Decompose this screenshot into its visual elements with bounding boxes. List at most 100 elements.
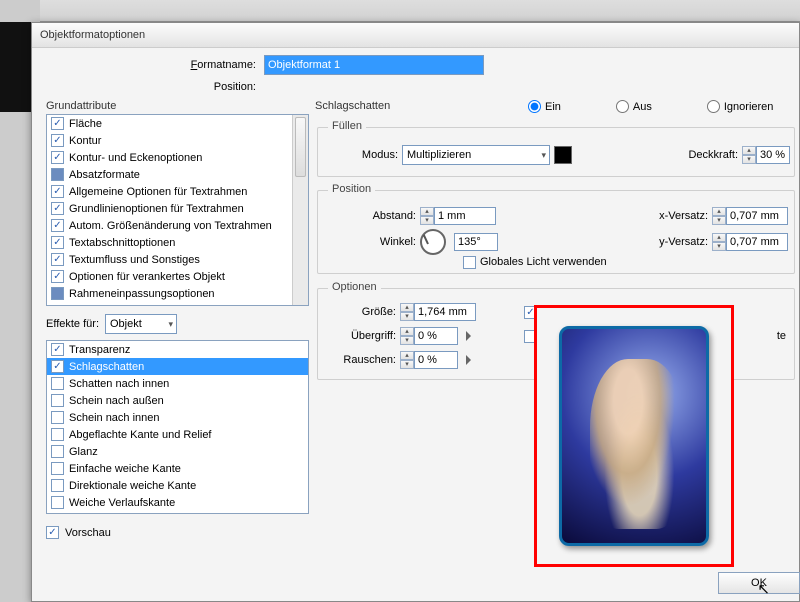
effect-row[interactable]: Schein nach außen — [47, 392, 308, 409]
attr-checkbox[interactable]: ✓ — [51, 134, 64, 147]
effect-label: Schein nach außen — [69, 395, 164, 407]
global-light-label: Globales Licht verwenden — [480, 256, 607, 268]
effect-label: Transparenz — [69, 344, 130, 356]
effect-checkbox[interactable] — [51, 479, 64, 492]
effect-label: Schein nach innen — [69, 412, 160, 424]
effect-row[interactable]: ✓ Schlagschatten — [47, 358, 308, 375]
distance-input[interactable]: ▴▾ — [420, 207, 496, 225]
radio-ignorieren[interactable]: Ignorieren — [707, 100, 774, 113]
attr-checkbox[interactable]: ✓ — [51, 219, 64, 232]
attr-checkbox[interactable]: ✓ — [51, 236, 64, 249]
format-name-input[interactable] — [264, 55, 484, 75]
effect-row[interactable]: Glanz — [47, 443, 308, 460]
spread-input[interactable]: ▴▾ — [400, 327, 458, 345]
effects-list[interactable]: ✓ Transparenz ✓ Schlagschatten Schatten nach… — [46, 340, 309, 514]
preview-checkbox[interactable]: ✓ — [46, 526, 59, 539]
attr-label: Rahmeneinpassungsoptionen — [69, 288, 215, 300]
attr-row[interactable]: ✓Allgemeine Optionen für Textrahmen — [47, 183, 308, 200]
format-name-label: FFormatname:ormatname: — [32, 59, 264, 71]
attr-row[interactable]: ✓ Kontur- und Eckenoptionen — [47, 149, 308, 166]
attr-row[interactable]: ✓Fläche — [47, 115, 308, 132]
noise-input[interactable]: ▴▾ — [400, 351, 458, 369]
effect-checkbox[interactable] — [51, 428, 64, 441]
fill-group: Füllen Modus: Multiplizieren Deckkraft: … — [317, 127, 795, 177]
attr-checkbox[interactable] — [51, 168, 64, 181]
effect-checkbox[interactable] — [51, 462, 64, 475]
radio-ein[interactable]: Ein — [528, 100, 561, 113]
position-group: Position Abstand: ▴▾ Winkel: Globales Li… — [317, 190, 795, 274]
effect-label: Schlagschatten — [69, 361, 144, 373]
modus-select[interactable]: Multiplizieren — [402, 145, 550, 165]
attr-row[interactable]: ✓ Textabschnittoptionen — [47, 234, 308, 251]
color-swatch[interactable] — [554, 146, 572, 164]
attr-row[interactable]: Rahmeneinpassungsoptionen — [47, 285, 308, 302]
global-light-checkbox[interactable] — [463, 256, 476, 269]
attr-checkbox[interactable]: ✓ — [51, 270, 64, 283]
effect-checkbox[interactable] — [51, 445, 64, 458]
radio-aus[interactable]: Aus — [616, 100, 652, 113]
shadow-title: Schlagschatten — [315, 100, 390, 112]
y-offset-input[interactable]: ▴▾ — [712, 233, 788, 251]
attr-label: Textabschnittoptionen — [69, 237, 175, 249]
attr-row[interactable]: Absatzformate — [47, 166, 308, 183]
effect-label: Glanz — [69, 446, 98, 458]
attr-checkbox[interactable]: ✓ — [51, 151, 64, 164]
attr-label: Textumfluss und Sonstiges — [69, 254, 200, 266]
spread-label: Übergriff: — [332, 330, 396, 342]
effect-label: Abgeflachte Kante und Relief — [69, 429, 212, 441]
attr-checkbox[interactable]: ✓ — [51, 202, 64, 215]
effects-for-label: Effekte für:Effekte für: — [46, 318, 99, 330]
effects-for-select[interactable]: Objekt — [105, 314, 177, 334]
scrollbar[interactable] — [292, 115, 308, 305]
effect-label: Weiche Verlaufskante — [69, 497, 175, 509]
size-input[interactable]: ▴▾ — [400, 303, 476, 321]
opacity-input[interactable]: ▴▾ — [742, 146, 790, 164]
attributes-heading: Grundattribute — [46, 100, 309, 112]
angle-dial[interactable] — [420, 229, 446, 255]
effect-row[interactable]: Einfache weiche Kante — [47, 460, 308, 477]
attr-label: Optionen für verankertes Objekt — [69, 271, 225, 283]
attr-label: Absatzformate — [69, 169, 140, 181]
effect-row[interactable]: Weiche Verlaufskante — [47, 494, 308, 511]
effect-checkbox[interactable]: ✓ — [51, 360, 64, 373]
y-offset-label: y-Versatz: — [659, 236, 708, 248]
effect-label: Einfache weiche Kante — [69, 463, 181, 475]
position-label: Position: — [32, 81, 264, 93]
attr-checkbox[interactable]: ✓ — [51, 253, 64, 266]
preview-panel — [534, 305, 734, 567]
attr-checkbox[interactable]: ✓ — [51, 117, 64, 130]
effect-checkbox[interactable] — [51, 394, 64, 407]
attr-label: Kontur — [69, 135, 101, 147]
effect-label: Schatten nach innen — [69, 378, 169, 390]
preview-image — [559, 326, 709, 546]
distance-label: Abstand: — [338, 210, 416, 222]
effect-row[interactable]: Schein nach innen — [47, 409, 308, 426]
opacity-label: Deckkraft: — [688, 149, 738, 161]
effect-checkbox[interactable]: ✓ — [51, 343, 64, 356]
attr-row[interactable]: ✓ Autom. Größenänderung von Textrahmen — [47, 217, 308, 234]
preview-label: VVorschauorschau — [65, 527, 111, 539]
effect-row[interactable]: ✓ Transparenz — [47, 341, 308, 358]
attr-label: Kontur- und Eckenoptionen — [69, 152, 202, 164]
noise-label: Rauschen: — [332, 354, 396, 366]
x-offset-input[interactable]: ▴▾ — [712, 207, 788, 225]
effect-checkbox[interactable] — [51, 411, 64, 424]
effect-checkbox[interactable] — [51, 377, 64, 390]
attr-row[interactable]: ✓Grundlinienoptionen für Textrahmen — [47, 200, 308, 217]
shadow-mode-radios: Ein Aus Ignorieren — [528, 100, 773, 113]
attr-row[interactable]: ✓ Optionen für verankertes Objekt — [47, 268, 308, 285]
size-label: Größe: — [332, 306, 396, 318]
attr-checkbox[interactable]: ✓ — [51, 185, 64, 198]
ok-button[interactable]: OK — [718, 572, 800, 594]
angle-input[interactable] — [454, 233, 498, 251]
attr-label: Autom. Größenänderung von Textrahmen — [69, 220, 272, 232]
attributes-list[interactable]: ✓Fläche✓Kontur✓Kontur- und Eckenoptionen… — [46, 114, 309, 306]
effect-checkbox[interactable] — [51, 496, 64, 509]
effect-row[interactable]: Schatten nach innen — [47, 375, 308, 392]
attr-row[interactable]: ✓ Kontur — [47, 132, 308, 149]
effect-row[interactable]: Direktionale weiche Kante — [47, 477, 308, 494]
attr-row[interactable]: ✓ Textumfluss und Sonstiges — [47, 251, 308, 268]
attr-checkbox[interactable] — [51, 287, 64, 300]
effect-row[interactable]: Abgeflachte Kante und Relief — [47, 426, 308, 443]
modus-label: Modus: — [338, 149, 398, 161]
